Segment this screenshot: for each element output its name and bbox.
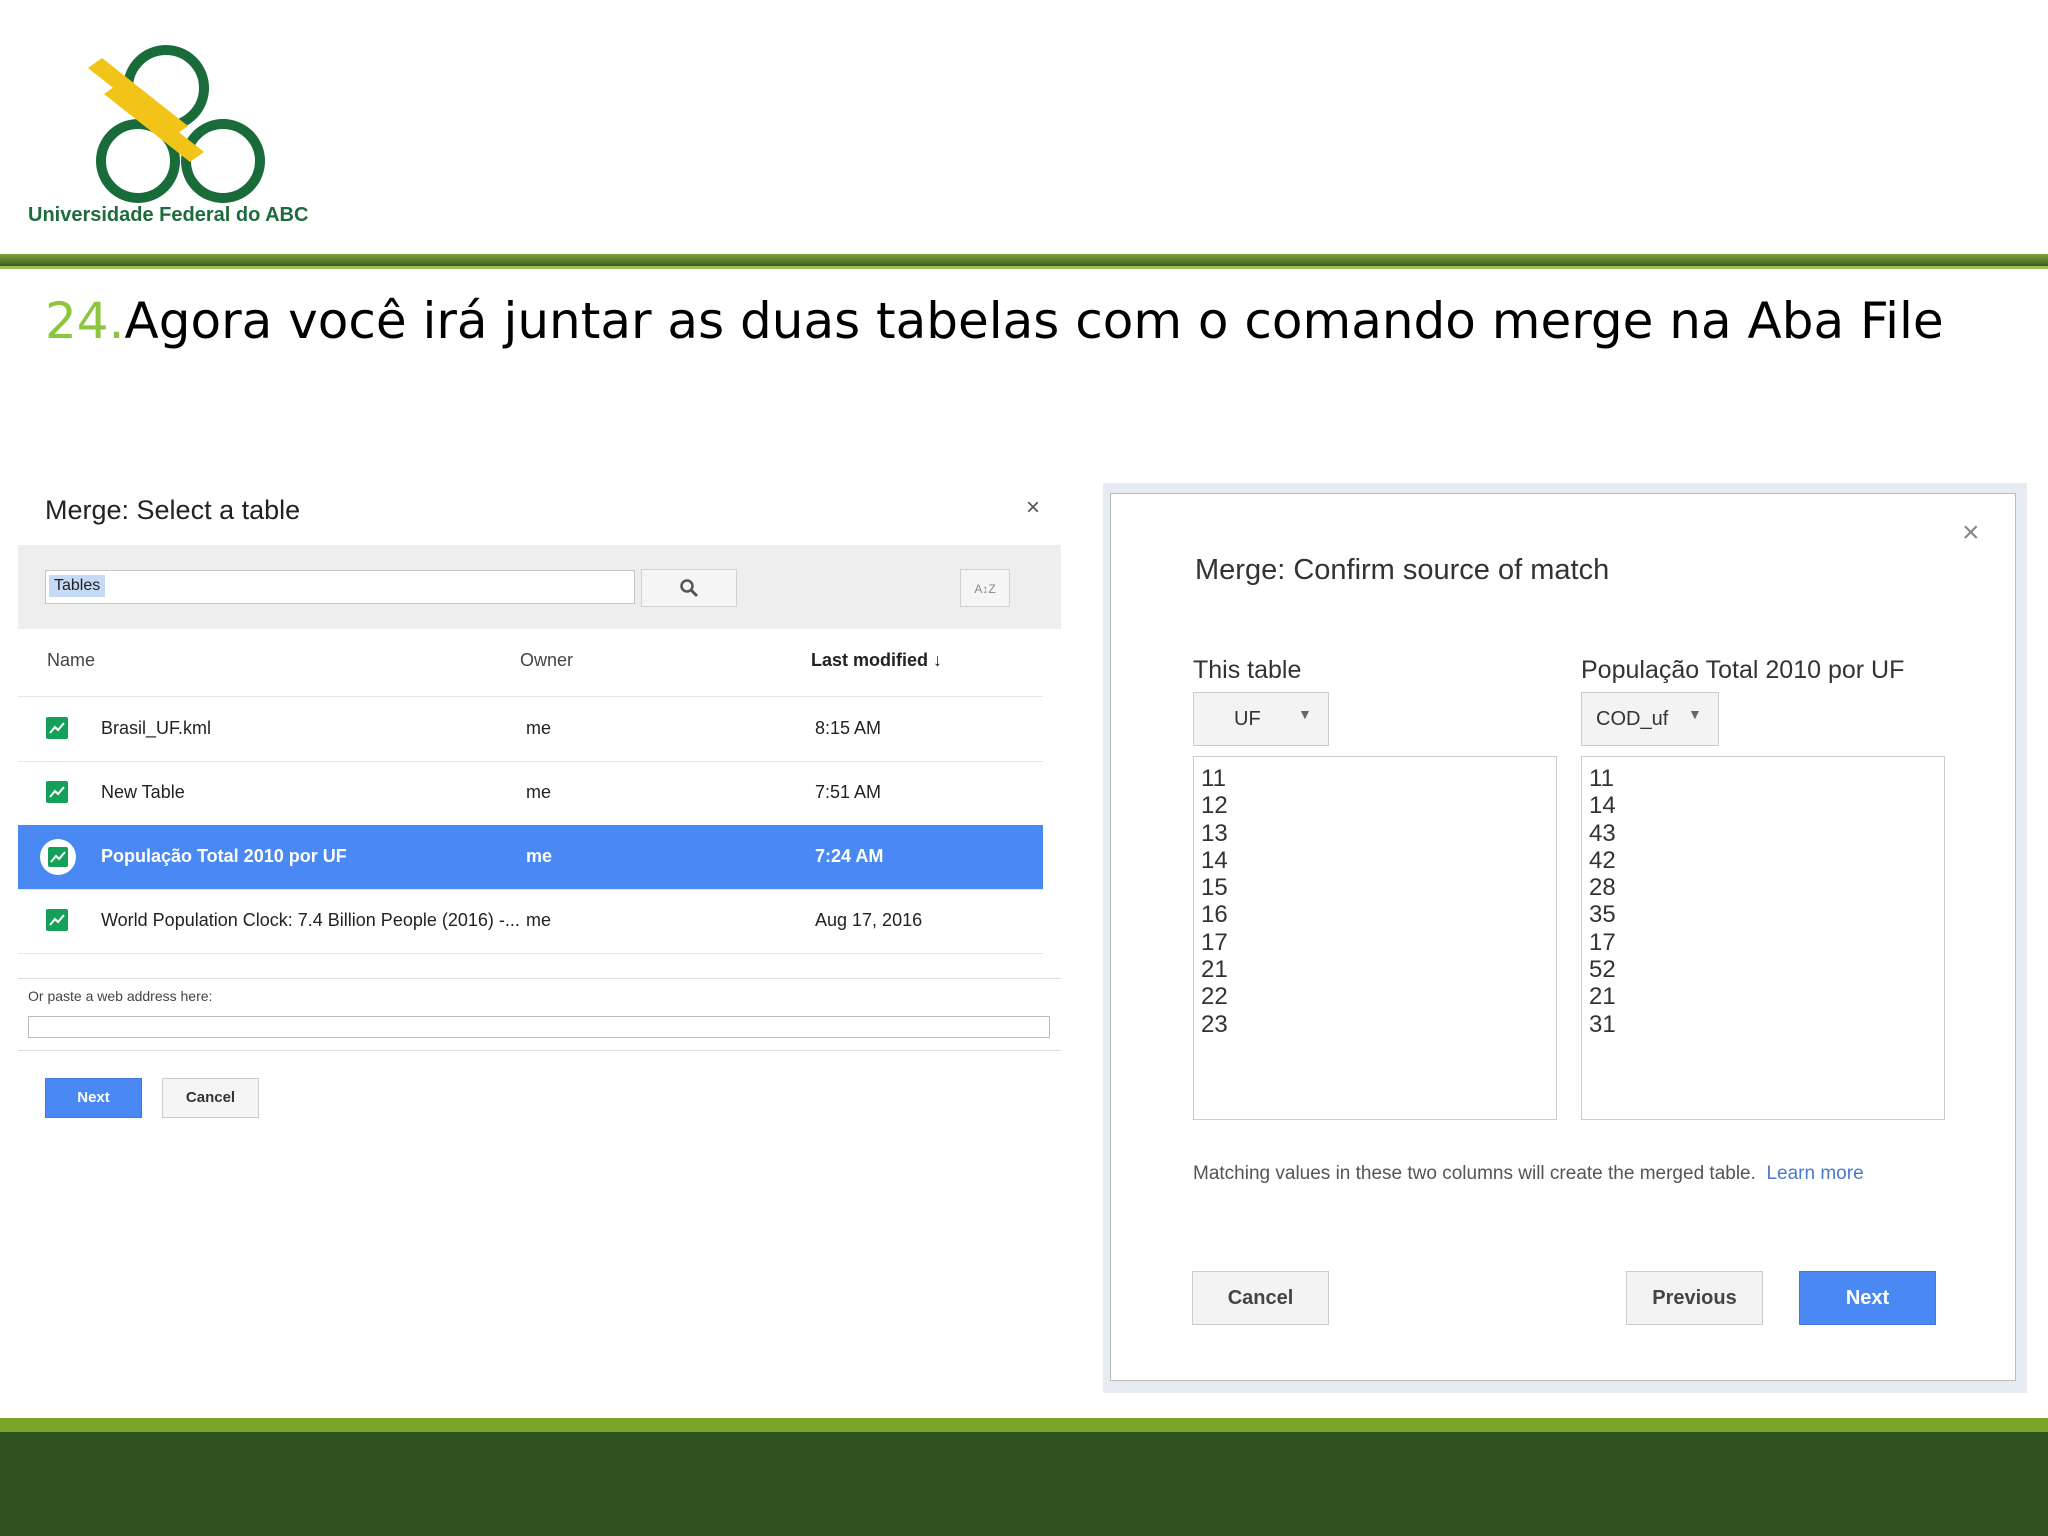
list-item: 21	[1589, 983, 1616, 1011]
row-modified: Aug 17, 2016	[815, 910, 923, 930]
list-item: 43	[1589, 819, 1616, 847]
table-row[interactable]: World Population Clock: 7.4 Billion Peop…	[18, 889, 1043, 954]
footer-stripe	[0, 1418, 2048, 1432]
list-item: 17	[1589, 928, 1616, 956]
search-icon	[680, 579, 699, 598]
row-modified: 8:15 AM	[815, 718, 882, 738]
column-header-name[interactable]: Name	[47, 650, 95, 671]
selected-column: COD_uf	[1596, 708, 1669, 730]
sort-az-button[interactable]: A↕Z	[960, 569, 1010, 607]
column-header-owner[interactable]: Owner	[520, 650, 573, 671]
list-item: 11	[1589, 765, 1614, 792]
other-table-column-select[interactable]: COD_uf ▼	[1581, 692, 1719, 746]
row-modified: 7:51 AM	[815, 782, 882, 802]
list-item: 11	[1201, 765, 1226, 792]
this-table-header: This table	[1193, 656, 1302, 684]
learn-more-link[interactable]: Learn more	[1766, 1163, 1863, 1184]
ufabc-emblem-icon	[88, 45, 265, 203]
matching-note: Matching values in these two columns wil…	[1193, 1162, 1953, 1186]
heading-text: Agora você irá juntar as duas tabelas co…	[124, 292, 1944, 350]
close-icon[interactable]: ×	[1026, 494, 1040, 522]
selected-column: UF	[1234, 708, 1261, 730]
list-item: 14	[1589, 792, 1616, 820]
divider	[18, 1050, 1061, 1051]
search-input[interactable]: Tables	[45, 570, 635, 604]
table-row[interactable]: Brasil_UF.kml me 8:15 AM	[18, 696, 1043, 762]
other-table-header: População Total 2010 por UF	[1581, 656, 1905, 684]
chevron-down-icon: ▼	[1298, 706, 1312, 722]
list-item: 31	[1589, 1010, 1616, 1038]
logo-text: Universidade Federal do ABC	[28, 204, 309, 226]
merge-select-dialog: Merge: Select a table × Tables A↕Z Name …	[18, 480, 1061, 1120]
list-item: 13	[1201, 819, 1228, 847]
next-button[interactable]: Next	[1799, 1271, 1936, 1325]
search-input-value: Tables	[49, 575, 106, 597]
row-name: População Total 2010 por UF	[101, 846, 347, 866]
step-number: 24.	[45, 292, 125, 350]
list-item: 17	[1201, 928, 1228, 956]
row-owner: me	[526, 782, 552, 802]
dialog-title: Merge: Confirm source of match	[1195, 554, 1610, 586]
row-name: World Population Clock: 7.4 Billion Peop…	[101, 910, 520, 930]
cancel-button[interactable]: Cancel	[162, 1078, 259, 1118]
list-item: 16	[1201, 901, 1228, 929]
row-name: Brasil_UF.kml	[101, 718, 212, 738]
chevron-down-icon: ▼	[1688, 706, 1702, 722]
next-button[interactable]: Next	[45, 1078, 142, 1118]
paste-url-input[interactable]	[28, 1016, 1050, 1038]
row-owner: me	[526, 718, 552, 738]
table-icon	[40, 839, 76, 875]
table-icon	[46, 909, 68, 931]
list-item: 21	[1201, 956, 1228, 984]
this-table-column-select[interactable]: UF ▼	[1193, 692, 1329, 746]
this-table-values-list: 11 12 13 14 15 16 17 21 22 23	[1193, 756, 1557, 1120]
list-item: 22	[1201, 983, 1228, 1011]
row-modified: 7:24 AM	[815, 846, 884, 866]
table-row-selected[interactable]: População Total 2010 por UF me 7:24 AM	[18, 825, 1043, 890]
row-owner: me	[526, 846, 553, 866]
slide-heading: 24.Agora você irá juntar as duas tabelas…	[45, 292, 1944, 350]
footer-band	[0, 1432, 2048, 1536]
list-item: 23	[1201, 1010, 1228, 1038]
list-item: 35	[1589, 901, 1616, 929]
list-item: 15	[1201, 874, 1228, 902]
row-name: New Table	[101, 782, 185, 802]
list-item: 14	[1201, 846, 1228, 874]
note-text: Matching values in these two columns wil…	[1193, 1163, 1756, 1184]
table-row[interactable]: New Table me 7:51 AM	[18, 761, 1043, 826]
table-icon	[46, 781, 68, 803]
list-item: 12	[1201, 792, 1228, 820]
merge-confirm-dialog: × Merge: Confirm source of match This ta…	[1110, 493, 2016, 1381]
header-divider	[0, 254, 2048, 266]
search-button[interactable]	[641, 569, 737, 607]
paste-url-label: Or paste a web address here:	[28, 988, 213, 1004]
row-owner: me	[526, 910, 552, 930]
column-header-last-modified[interactable]: Last modified ↓	[811, 650, 942, 671]
list-item: 42	[1589, 846, 1616, 874]
close-icon[interactable]: ×	[1962, 516, 1980, 550]
cancel-button[interactable]: Cancel	[1192, 1271, 1329, 1325]
list-item: 52	[1589, 956, 1616, 984]
other-table-values-list: 11 14 43 42 28 35 17 52 21 31	[1581, 756, 1945, 1120]
previous-button[interactable]: Previous	[1626, 1271, 1763, 1325]
ufabc-logo: Universidade Federal do ABC	[28, 28, 318, 238]
divider	[18, 978, 1061, 979]
dialog-title: Merge: Select a table	[45, 495, 301, 525]
list-item: 28	[1589, 874, 1616, 902]
search-bar: Tables A↕Z	[18, 545, 1061, 629]
table-icon	[46, 717, 68, 739]
header-divider-light	[0, 266, 2048, 269]
